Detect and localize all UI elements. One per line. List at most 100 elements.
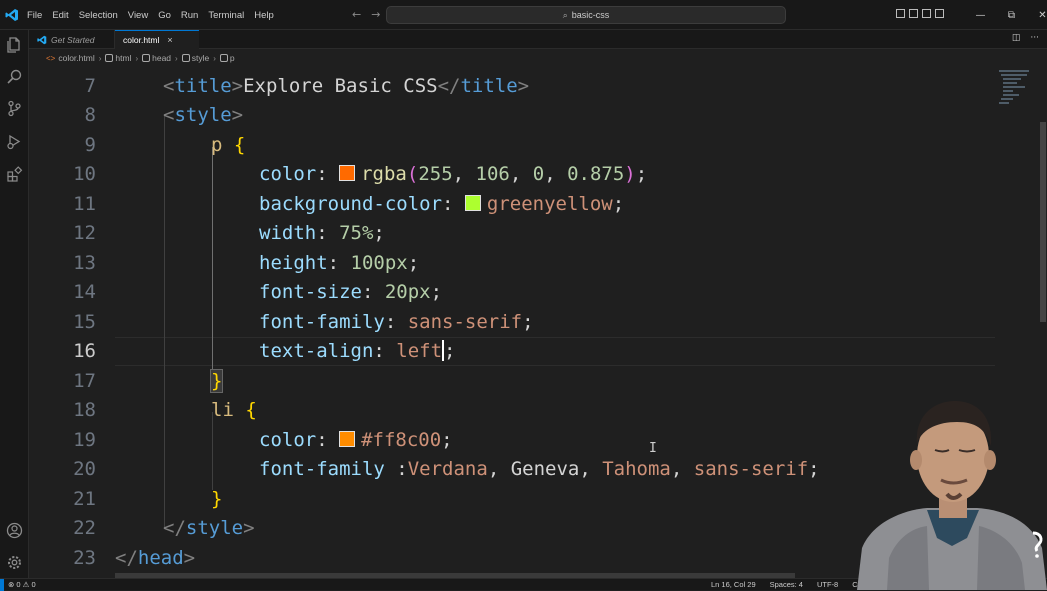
breadcrumb-html[interactable]: html [105,53,131,63]
breadcrumb-label: style [191,53,210,63]
current-line-highlight [115,337,995,366]
run-and-debug-icon[interactable] [6,133,23,150]
line-number: 12 [73,222,96,244]
color-swatch[interactable] [464,195,481,211]
indentation[interactable]: Spaces: 4 [770,580,803,589]
menu-edit[interactable]: Edit [52,10,68,21]
line-number: 21 [73,488,96,510]
minimap-line [1001,74,1027,76]
code-line-20: font-family :Verdana, Geneva, Tahoma, sa… [259,458,820,480]
more-actions-icon[interactable]: ··· [1030,33,1039,43]
code-line-14: font-size: 20px; [259,281,443,303]
minimap-line [1003,86,1025,88]
code-line-15: font-family: sans-serif; [259,311,534,333]
extensions-icon[interactable] [6,166,23,183]
menu-file[interactable]: File [27,10,42,21]
code-line-23: </head> [115,547,196,569]
toggle-panel-icon[interactable] [909,9,918,18]
source-control-icon[interactable] [6,100,23,117]
line-number-gutter: 7 8 9 10 11 12 13 14 15 16 17 18 19 20 2… [29,67,99,578]
toggle-primary-sidebar-icon[interactable] [896,9,905,18]
chevron-right-icon: › [135,53,139,63]
line-number: 8 [84,104,96,126]
element-icon [181,54,190,62]
minimap-line [1003,90,1013,92]
breadcrumb-label: html [115,53,132,63]
breadcrumb: <> color.html › html › head › style › p [29,49,1047,67]
line-number: 14 [73,281,96,303]
code-line-11: background-color: greenyellow; [259,193,625,215]
scrollbar-thumb[interactable] [1040,122,1046,322]
command-center-search[interactable]: ⌕ basic-css [386,6,786,24]
code-line-9: p { [211,134,246,156]
line-number: 7 [84,75,96,97]
remote-indicator[interactable] [0,579,4,591]
code-editor[interactable]: 7 8 9 10 11 12 13 14 15 16 17 18 19 20 2… [29,67,995,578]
color-swatch[interactable] [339,165,356,181]
minimap-line [1003,94,1019,96]
minimize-button[interactable]: — [965,10,996,21]
html-file-icon: <> [46,53,56,63]
breadcrumb-head[interactable]: head [142,53,171,63]
line-number: 22 [73,517,96,539]
element-icon [142,54,151,62]
vscode-logo-icon [37,35,47,44]
presenter-webcam-image [857,400,1047,590]
editor-tab-bar: Get Started color.html × ◫ ··· [29,30,1047,49]
indent-guide-active [212,147,213,372]
code-line-13: height: 100px; [259,252,420,274]
status-right-items: Ln 16, Col 29 Spaces: 4 UTF-8 CF [711,580,862,589]
code-line-19: color: #ff8c00; [259,429,453,451]
menu-go[interactable]: Go [158,10,171,21]
menu-help[interactable]: Help [254,10,274,21]
navigation-arrows: ← → [352,8,380,21]
breadcrumb-file[interactable]: <> color.html [46,53,95,63]
chevron-right-icon: › [98,53,102,63]
line-number: 9 [84,134,96,156]
breadcrumb-p[interactable]: p [219,53,235,63]
code-line-22: </style> [163,517,255,539]
tab-color-html[interactable]: color.html × [115,30,199,49]
menu-terminal[interactable]: Terminal [208,10,244,21]
tab-get-started[interactable]: Get Started [29,30,115,49]
breadcrumb-style[interactable]: style [181,53,210,63]
layout-controls [896,9,944,18]
breadcrumb-label: p [229,53,235,63]
indent-guide [164,116,165,528]
split-editor-icon[interactable]: ◫ [1012,33,1021,43]
breadcrumb-label: head [152,53,172,63]
warning-icon: ⚠ [22,580,30,589]
settings-gear-icon[interactable] [6,554,23,571]
minimap-line [999,102,1009,104]
chevron-right-icon: › [213,53,216,63]
forward-arrow-icon[interactable]: → [371,8,380,21]
error-icon: ⊗ [8,580,15,589]
close-tab-icon[interactable]: × [167,35,172,45]
toggle-secondary-sidebar-icon[interactable] [922,9,931,18]
menu-run[interactable]: Run [181,10,198,21]
activity-bar [0,30,29,578]
search-icon: ⌕ [562,9,568,20]
menu-view[interactable]: View [128,10,148,21]
search-icon[interactable] [6,68,23,85]
warning-count: 0 [31,580,36,589]
cursor-position[interactable]: Ln 16, Col 29 [711,580,756,589]
error-count: 0 [16,580,21,589]
customize-layout-icon[interactable] [935,9,944,18]
explorer-icon[interactable] [6,36,23,53]
restore-button[interactable]: ⧉ [996,10,1027,21]
close-window-button[interactable]: ✕ [1027,10,1047,21]
menu-selection[interactable]: Selection [79,10,118,21]
line-number: 19 [73,429,96,451]
code-line-7: <title>Explore Basic CSS</title> [163,75,530,97]
color-swatch[interactable] [339,431,356,447]
problems-indicator[interactable]: ⊗ 0 ⚠ 0 [8,580,36,589]
minimap-line [1003,82,1017,84]
accounts-icon[interactable] [6,522,23,539]
code-line-8: <style> [163,104,244,126]
encoding[interactable]: UTF-8 [817,580,838,589]
code-line-21: } [211,488,223,510]
back-arrow-icon[interactable]: ← [352,8,361,21]
minimap-line [1003,78,1021,80]
minimap-line [999,70,1029,72]
